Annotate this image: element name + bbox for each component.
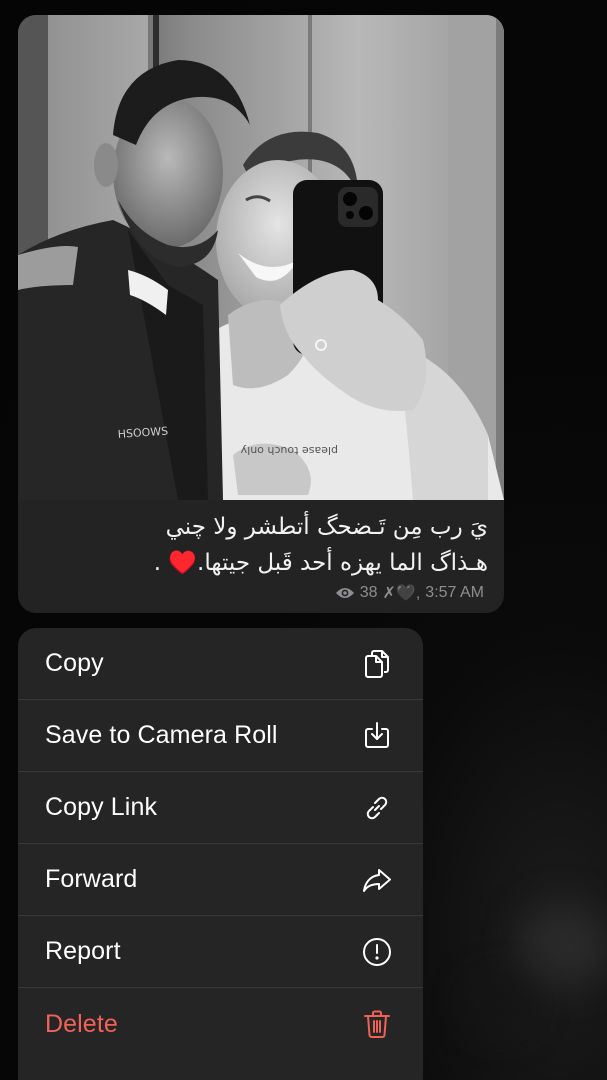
link-icon (361, 792, 393, 824)
download-icon (361, 720, 393, 752)
caption-line: يَ رب مِن تَـضحگ أتطشر ولا چني (165, 514, 488, 540)
menu-item-save-to-camera-roll[interactable]: Save to Camera Roll (18, 700, 423, 772)
caption-line: هـذاگ الما يهزه أحد قَبل جيتها.♥️ . (153, 550, 488, 576)
background-blur (470, 980, 530, 1030)
message-bubble[interactable]: HSOOWS please touch only يَ رب مِن تَـضح… (18, 15, 504, 613)
context-menu: Copy Save to Camera Roll Copy Link Forwa… (18, 628, 423, 1080)
eye-icon (335, 586, 355, 600)
message-photo[interactable]: HSOOWS please touch only (18, 15, 504, 500)
menu-item-label: Copy (45, 649, 104, 677)
trash-icon (361, 1008, 393, 1040)
report-icon (361, 936, 393, 968)
couple-photo-image: HSOOWS please touch only (18, 15, 504, 500)
copy-icon (361, 648, 393, 680)
menu-item-forward[interactable]: Forward (18, 844, 423, 916)
forward-icon (361, 864, 393, 896)
svg-text:please touch only: please touch only (240, 444, 338, 457)
view-count: 38 (359, 584, 378, 601)
menu-item-label: Save to Camera Roll (45, 721, 278, 749)
menu-item-label: Forward (45, 865, 138, 893)
menu-item-delete[interactable]: Delete (18, 988, 423, 1060)
background-blur (520, 905, 607, 985)
menu-item-label: Delete (45, 1009, 118, 1038)
message-time: 3:57 AM (425, 584, 484, 601)
message-caption: يَ رب مِن تَـضحگ أتطشر ولا چني هـذاگ الم… (38, 509, 488, 581)
message-meta: 38 ✗🖤, 3:57 AM (335, 583, 484, 603)
screen: HSOOWS please touch only يَ رب مِن تَـضح… (0, 0, 607, 1080)
menu-item-label: Report (45, 937, 121, 965)
author-signature: ✗🖤, (382, 585, 421, 602)
menu-item-copy-link[interactable]: Copy Link (18, 772, 423, 844)
menu-item-report[interactable]: Report (18, 916, 423, 988)
menu-item-label: Copy Link (45, 793, 158, 821)
menu-item-copy[interactable]: Copy (18, 628, 423, 700)
